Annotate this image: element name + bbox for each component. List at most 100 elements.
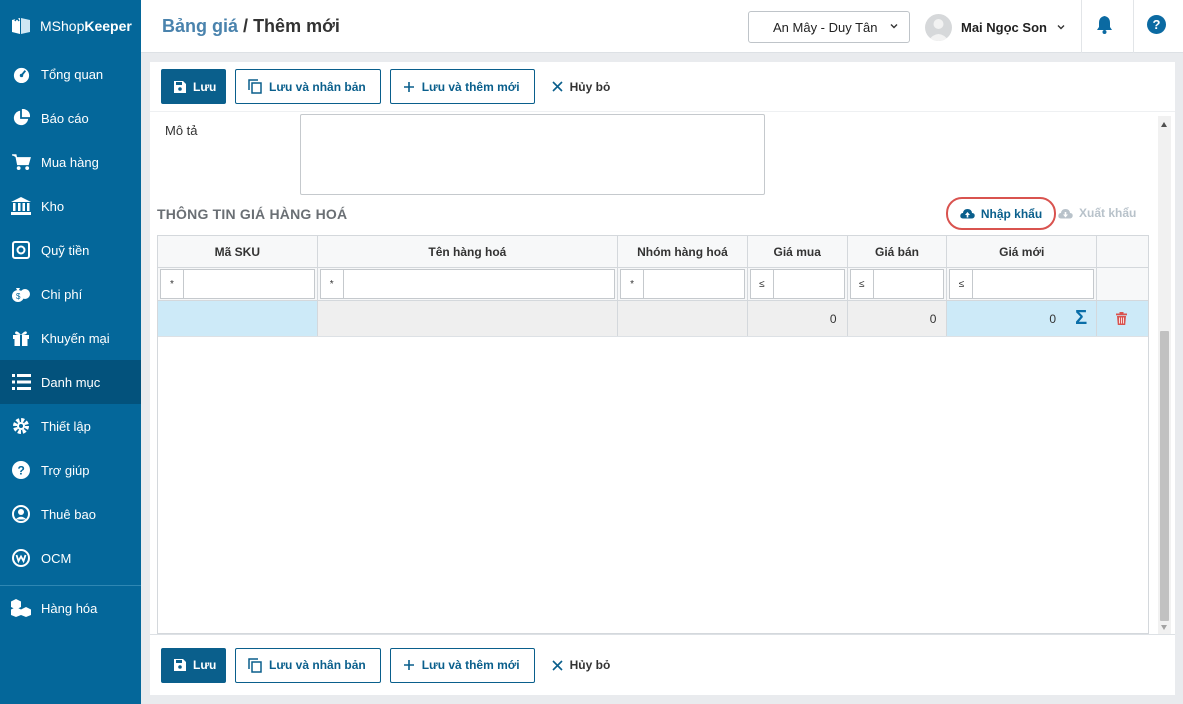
logo-text: MShopKeeper xyxy=(40,18,132,34)
plus-icon xyxy=(403,81,414,92)
save-button[interactable]: Lưu xyxy=(161,647,226,683)
cell-sell-price: 0 xyxy=(847,301,948,336)
filter-operator[interactable]: * xyxy=(319,269,344,299)
main-panel: Lưu Lưu và nhân bản Lưu và thêm mới Hủy … xyxy=(150,62,1175,695)
close-icon xyxy=(552,659,563,671)
table-row[interactable]: 0 0 0 Σ xyxy=(158,301,1148,337)
sidebar-item-label: Khuyến mại xyxy=(41,330,110,346)
close-icon xyxy=(552,81,563,92)
boxes-icon xyxy=(11,598,31,618)
notification-button[interactable] xyxy=(1096,15,1113,37)
save-and-copy-label: Lưu và nhân bản xyxy=(269,658,366,672)
column-header-group[interactable]: Nhóm hàng hoá xyxy=(618,236,748,267)
cell-sku[interactable] xyxy=(158,301,318,336)
header-divider xyxy=(1133,0,1134,53)
sidebar-item-label: Báo cáo xyxy=(41,110,89,126)
grid-header-row: Mã SKU Tên hàng hoá Nhóm hàng hoá Giá mu… xyxy=(158,236,1148,268)
sidebar-item-thue-bao[interactable]: Thuê bao xyxy=(0,492,141,536)
filter-group-input[interactable] xyxy=(644,269,745,299)
money-bag-icon: $ xyxy=(11,284,31,304)
page-title: Thêm mới xyxy=(253,16,340,36)
avatar xyxy=(925,13,952,41)
cancel-label: Hủy bỏ xyxy=(569,658,611,672)
column-header-sell-price[interactable]: Giá bán xyxy=(848,236,948,267)
breadcrumb-link[interactable]: Bảng giá xyxy=(162,16,238,36)
column-header-name[interactable]: Tên hàng hoá xyxy=(318,236,619,267)
sidebar-item-danh-muc[interactable]: Danh mục xyxy=(0,360,141,404)
sidebar-item-khuyen-mai[interactable]: Khuyến mại xyxy=(0,316,141,360)
sidebar-item-thiet-lap[interactable]: Thiết lập xyxy=(0,404,141,448)
save-and-copy-button[interactable]: Lưu và nhân bản xyxy=(235,69,381,104)
bank-icon xyxy=(11,196,31,216)
sidebar-item-label: Hàng hóa xyxy=(41,600,98,616)
safe-icon xyxy=(11,240,31,260)
filter-operator[interactable]: * xyxy=(160,269,184,299)
sidebar-item-ocm[interactable]: OCM xyxy=(0,536,141,580)
user-circle-icon xyxy=(11,504,31,524)
export-button[interactable]: Xuất khẩu xyxy=(1058,206,1136,220)
gear-icon xyxy=(11,416,31,436)
save-and-copy-button[interactable]: Lưu và nhân bản xyxy=(235,647,381,683)
grid-filter-row: * * * ≤ ≤ ≤ xyxy=(158,268,1148,301)
toolbar-bottom: Lưu Lưu và nhân bản Lưu và thêm mới Hủy … xyxy=(150,634,1175,695)
sidebar-item-chi-phi[interactable]: $ Chi phí xyxy=(0,272,141,316)
save-and-new-button[interactable]: Lưu và thêm mới xyxy=(389,647,535,683)
save-and-new-label: Lưu và thêm mới xyxy=(421,658,520,672)
cell-name xyxy=(317,301,619,336)
filter-operator[interactable]: ≤ xyxy=(949,269,974,299)
copy-icon xyxy=(248,79,262,94)
sidebar-item-kho[interactable]: Kho xyxy=(0,184,141,228)
scroll-thumb[interactable] xyxy=(1160,331,1169,621)
sidebar-item-quy-tien[interactable]: Quỹ tiền xyxy=(0,228,141,272)
cell-group xyxy=(618,301,748,336)
description-field[interactable] xyxy=(300,114,765,195)
filter-buy-price-input[interactable] xyxy=(773,269,845,299)
help-icon: ? xyxy=(1152,17,1161,32)
filter-sku-input[interactable] xyxy=(184,269,315,299)
scroll-down-arrow[interactable] xyxy=(1161,625,1167,630)
cancel-button[interactable]: Hủy bỏ xyxy=(544,648,625,683)
chevron-down-icon xyxy=(890,24,898,29)
import-button[interactable]: Nhập khẩu xyxy=(946,197,1056,230)
filter-new-price-input[interactable] xyxy=(973,269,1095,299)
filter-operator[interactable]: ≤ xyxy=(749,269,774,299)
breadcrumb: Bảng giá / Thêm mới xyxy=(162,16,340,37)
cell-new-price[interactable]: 0 Σ xyxy=(947,301,1098,336)
column-header-sku[interactable]: Mã SKU xyxy=(158,236,318,267)
cancel-label: Hủy bỏ xyxy=(569,79,611,94)
column-header-new-price[interactable]: Giá mới xyxy=(947,236,1098,267)
help-button[interactable]: ? xyxy=(1147,15,1166,34)
app-logo[interactable]: MShopKeeper xyxy=(0,0,141,52)
breadcrumb-separator: / xyxy=(243,16,249,36)
save-button[interactable]: Lưu xyxy=(161,69,226,104)
save-and-new-button[interactable]: Lưu và thêm mới xyxy=(389,69,535,104)
column-header-buy-price[interactable]: Giá mua xyxy=(748,236,848,267)
sidebar-item-hang-hoa[interactable]: Hàng hóa xyxy=(0,586,141,630)
sigma-icon[interactable]: Σ xyxy=(1075,308,1087,328)
filter-name-input[interactable] xyxy=(343,269,616,299)
top-header: Bảng giá / Thêm mới An Mây - Duy Tân Mai… xyxy=(141,0,1183,53)
sidebar-item-label: Kho xyxy=(41,198,65,214)
sidebar-item-tong-quan[interactable]: Tổng quan xyxy=(0,52,141,96)
sidebar-item-label: Thiết lập xyxy=(41,418,91,434)
svg-text:?: ? xyxy=(18,464,25,478)
filter-sell-price-input[interactable] xyxy=(873,269,945,299)
sidebar-item-tro-giup[interactable]: ? Trợ giúp xyxy=(0,448,141,492)
sidebar-item-bao-cao[interactable]: Báo cáo xyxy=(0,96,141,140)
cell-buy-price: 0 xyxy=(747,301,848,336)
user-menu[interactable]: Mai Ngọc Son xyxy=(925,12,1066,42)
import-label: Nhập khẩu xyxy=(980,206,1043,221)
cloud-download-icon xyxy=(1058,208,1073,218)
vertical-scrollbar[interactable] xyxy=(1158,116,1171,636)
filter-operator[interactable]: ≤ xyxy=(849,269,874,299)
sidebar-item-label: Trợ giúp xyxy=(41,462,90,478)
branch-select[interactable]: An Mây - Duy Tân xyxy=(748,11,910,43)
logo-icon xyxy=(12,18,30,34)
filter-operator[interactable]: * xyxy=(620,269,645,299)
sidebar-item-mua-hang[interactable]: Mua hàng xyxy=(0,140,141,184)
form-content: Mô tả THÔNG TIN GIÁ HÀNG HOÁ Nhập khẩu X… xyxy=(150,112,1175,634)
price-grid: Mã SKU Tên hàng hoá Nhóm hàng hoá Giá mu… xyxy=(157,235,1149,634)
scroll-up-arrow[interactable] xyxy=(1161,122,1167,127)
cancel-button[interactable]: Hủy bỏ xyxy=(544,69,625,104)
trash-icon[interactable] xyxy=(1116,312,1128,325)
